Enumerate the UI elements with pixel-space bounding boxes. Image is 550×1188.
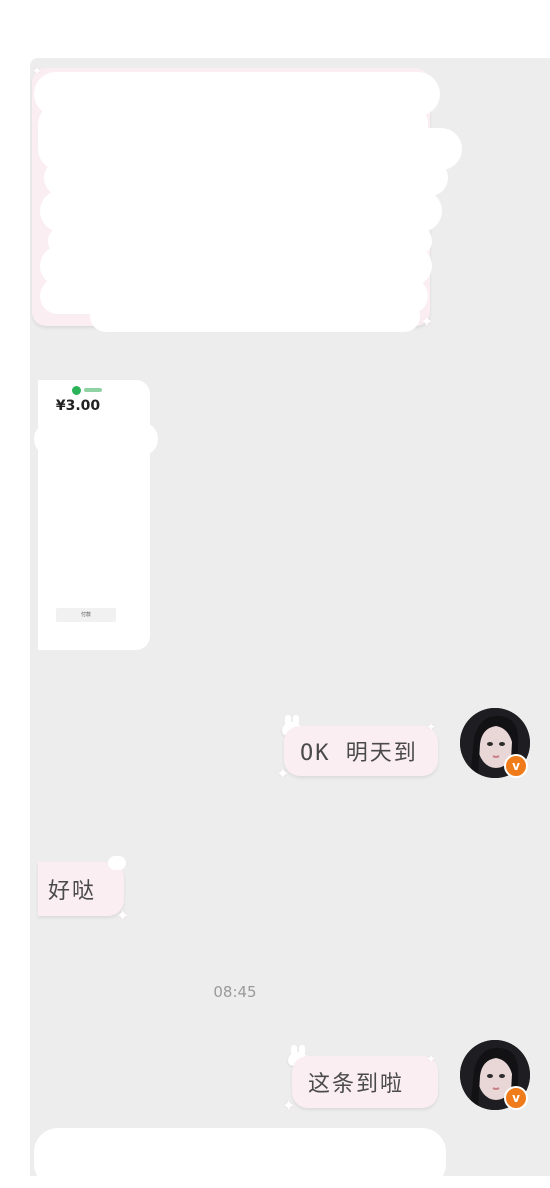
message-text: 这条到啦 [308, 1072, 405, 1097]
sent-message-bubble[interactable]: 这条到啦 [292, 1056, 438, 1108]
payment-button[interactable]: 付款 [56, 608, 116, 622]
payment-screenshot-message[interactable]: ¥3.00 付款 [34, 380, 158, 650]
redacted-message-bottom [34, 1128, 446, 1188]
verified-v-icon: v [504, 754, 528, 778]
verified-v-icon: v [504, 1086, 528, 1110]
message-timestamp: 08:45 [213, 983, 257, 1001]
payment-status-icon [72, 386, 81, 395]
sparkle-icon: ✦ [420, 312, 434, 331]
sparkle-icon: ✦ [426, 720, 437, 734]
redacted-region [34, 422, 158, 456]
paw-decoration-icon [108, 856, 126, 870]
sparkle-icon: ✦ [116, 906, 130, 925]
sparkle-icon: ✦ [282, 1096, 296, 1115]
received-message-bubble[interactable]: 好哒 [38, 862, 124, 916]
sparkle-icon: ✦ [426, 1052, 437, 1066]
message-text: 好哒 [48, 879, 97, 904]
payment-status-text [84, 388, 102, 392]
payment-amount: ¥3.00 [55, 398, 101, 414]
sent-message-bubble[interactable]: OK 明天到 [284, 726, 438, 776]
sparkle-icon: ✦ [276, 764, 290, 783]
message-text: OK 明天到 [300, 741, 418, 766]
sparkle-icon: ✦ [32, 64, 43, 78]
